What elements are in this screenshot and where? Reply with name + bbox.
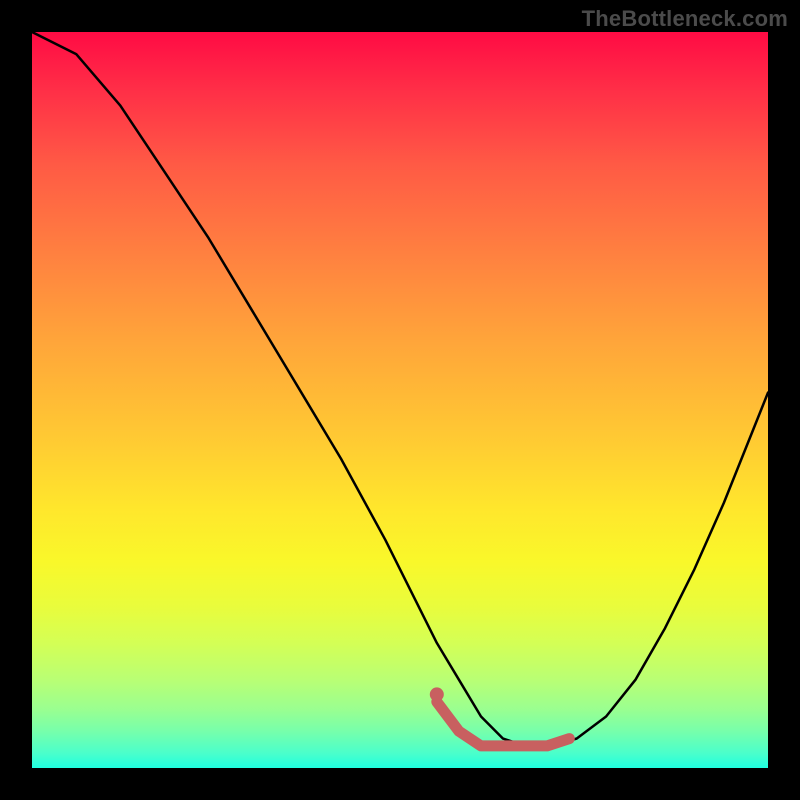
bottleneck-chart	[32, 32, 768, 768]
bottleneck-highlight-dot	[430, 687, 444, 701]
watermark-text: TheBottleneck.com	[582, 6, 788, 32]
curve-layer	[32, 32, 768, 768]
bottleneck-curve-path	[32, 32, 768, 746]
